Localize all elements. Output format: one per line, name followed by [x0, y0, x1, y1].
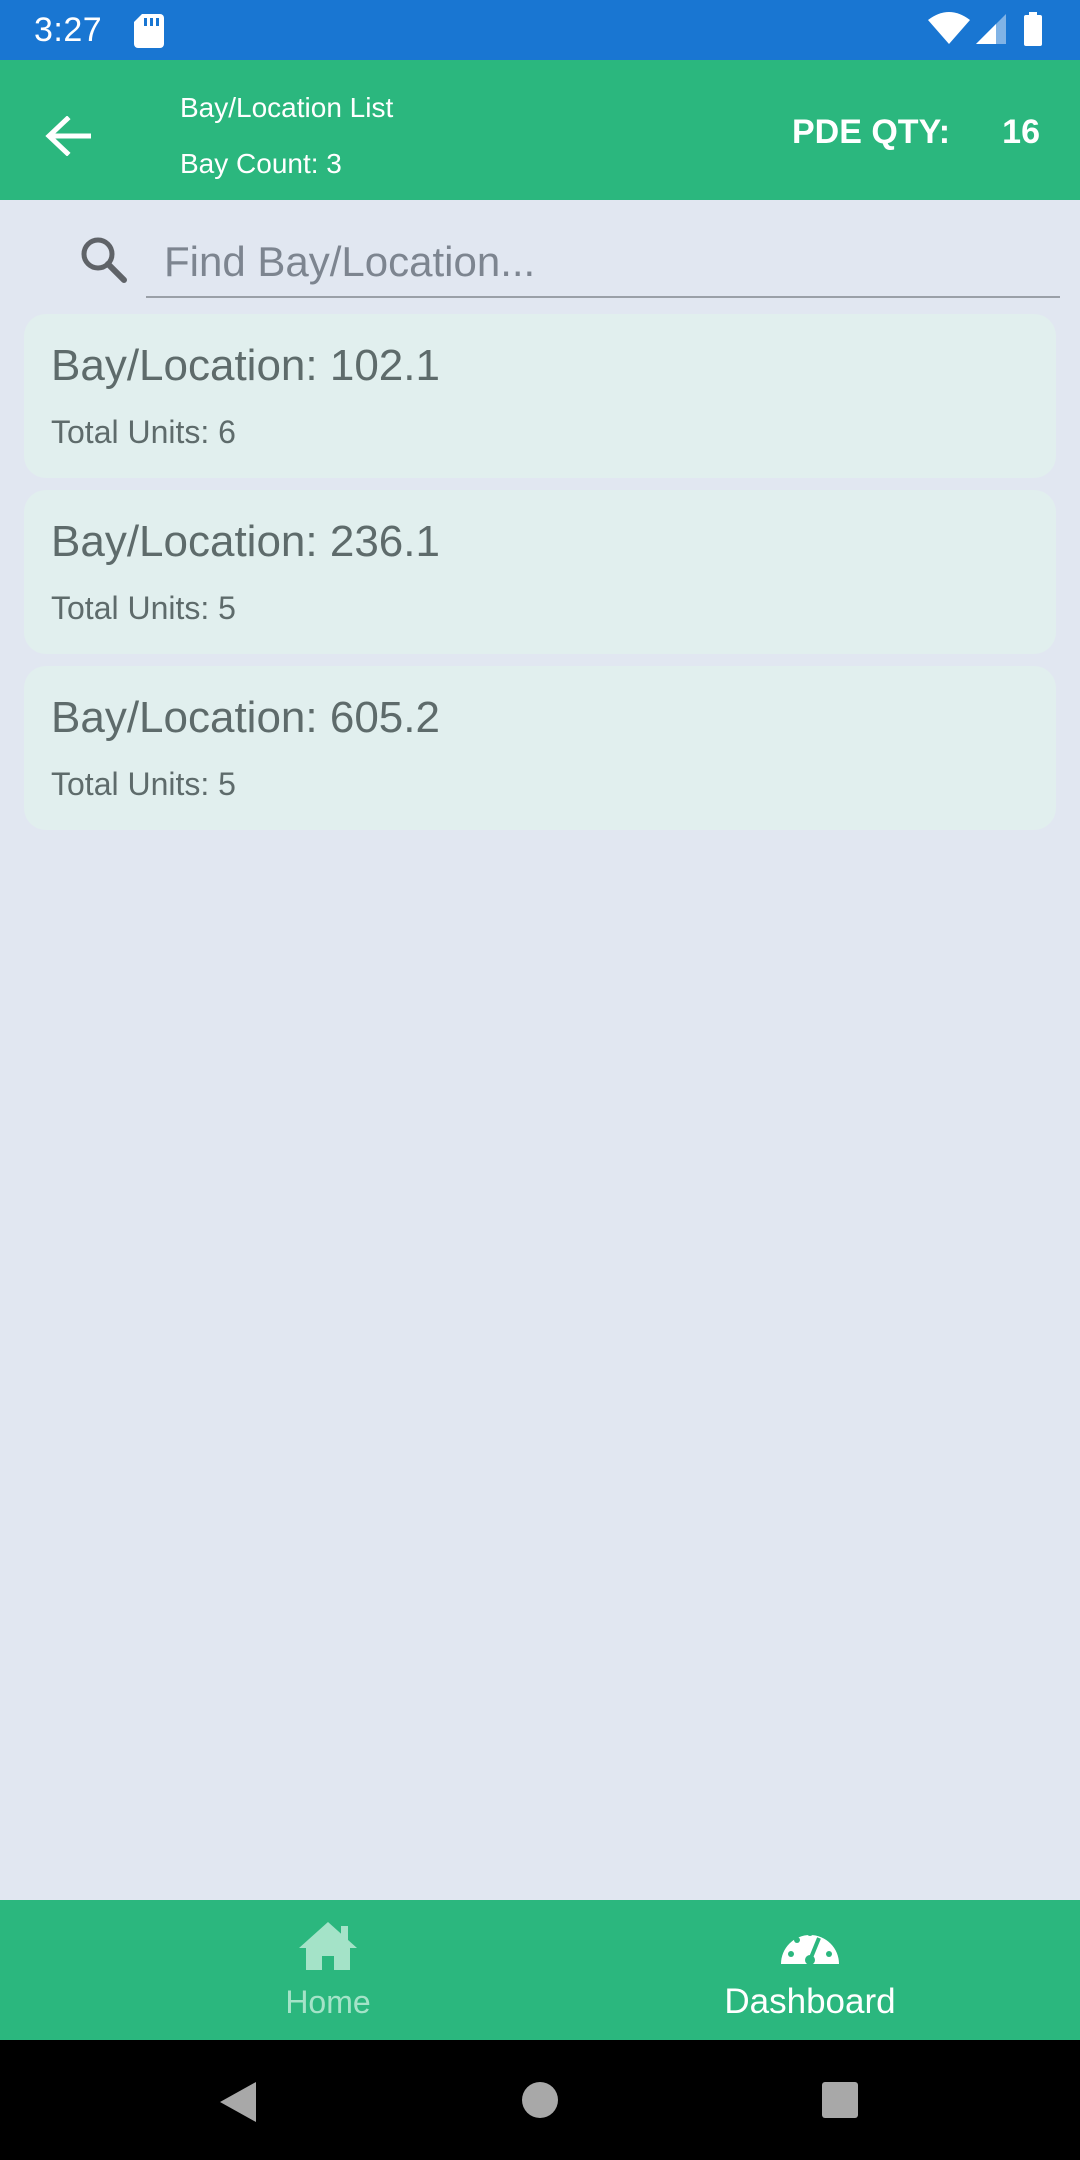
total-units-label: Total Units: 5: [51, 590, 236, 626]
bottom-nav: Home Dashboard: [0, 1900, 1080, 2040]
home-circle-icon[interactable]: [522, 2082, 558, 2118]
total-units-label: Total Units: 5: [51, 766, 236, 802]
back-button[interactable]: [28, 96, 108, 176]
wifi-icon: [928, 12, 970, 44]
search-input[interactable]: [146, 228, 1060, 298]
arrow-left-icon: [45, 116, 91, 156]
app-bar: Bay/Location List Bay Count: 3 PDE QTY: …: [0, 60, 1080, 200]
bay-location-label: Bay/Location: 102.1: [51, 341, 440, 390]
sd-card-icon: [134, 14, 164, 48]
bay-location-label: Bay/Location: 605.2: [51, 693, 440, 742]
nav-item-dashboard[interactable]: Dashboard: [540, 1900, 1080, 2040]
system-nav-bar: [0, 2040, 1080, 2160]
nav-label-dashboard: Dashboard: [724, 1982, 896, 2021]
search-icon[interactable]: [78, 234, 130, 286]
list-item[interactable]: Bay/Location: 236.1 Total Units: 5: [24, 490, 1056, 654]
bay-list: Bay/Location: 102.1 Total Units: 6 Bay/L…: [24, 314, 1056, 842]
page-title: Bay/Location List: [180, 92, 394, 123]
list-item[interactable]: Bay/Location: 605.2 Total Units: 5: [24, 666, 1056, 830]
pde-qty-label: PDE QTY:: [792, 113, 951, 151]
total-units-label: Total Units: 6: [51, 414, 236, 450]
status-bar: 3:27: [0, 0, 1080, 60]
list-item[interactable]: Bay/Location: 102.1 Total Units: 6: [24, 314, 1056, 478]
nav-item-home[interactable]: Home: [0, 1900, 540, 2040]
home-icon: [299, 1922, 357, 1970]
back-triangle-icon[interactable]: [218, 2080, 258, 2124]
dashboard-gauge-icon: [781, 1930, 839, 1965]
bay-count: Bay Count: 3: [180, 148, 342, 179]
recents-square-icon[interactable]: [822, 2082, 858, 2118]
status-time: 3:27: [34, 11, 103, 49]
battery-icon: [1024, 12, 1042, 46]
bay-location-label: Bay/Location: 236.1: [51, 517, 440, 566]
cell-signal-icon: [976, 14, 1006, 44]
pde-qty-value: 16: [1002, 113, 1040, 151]
